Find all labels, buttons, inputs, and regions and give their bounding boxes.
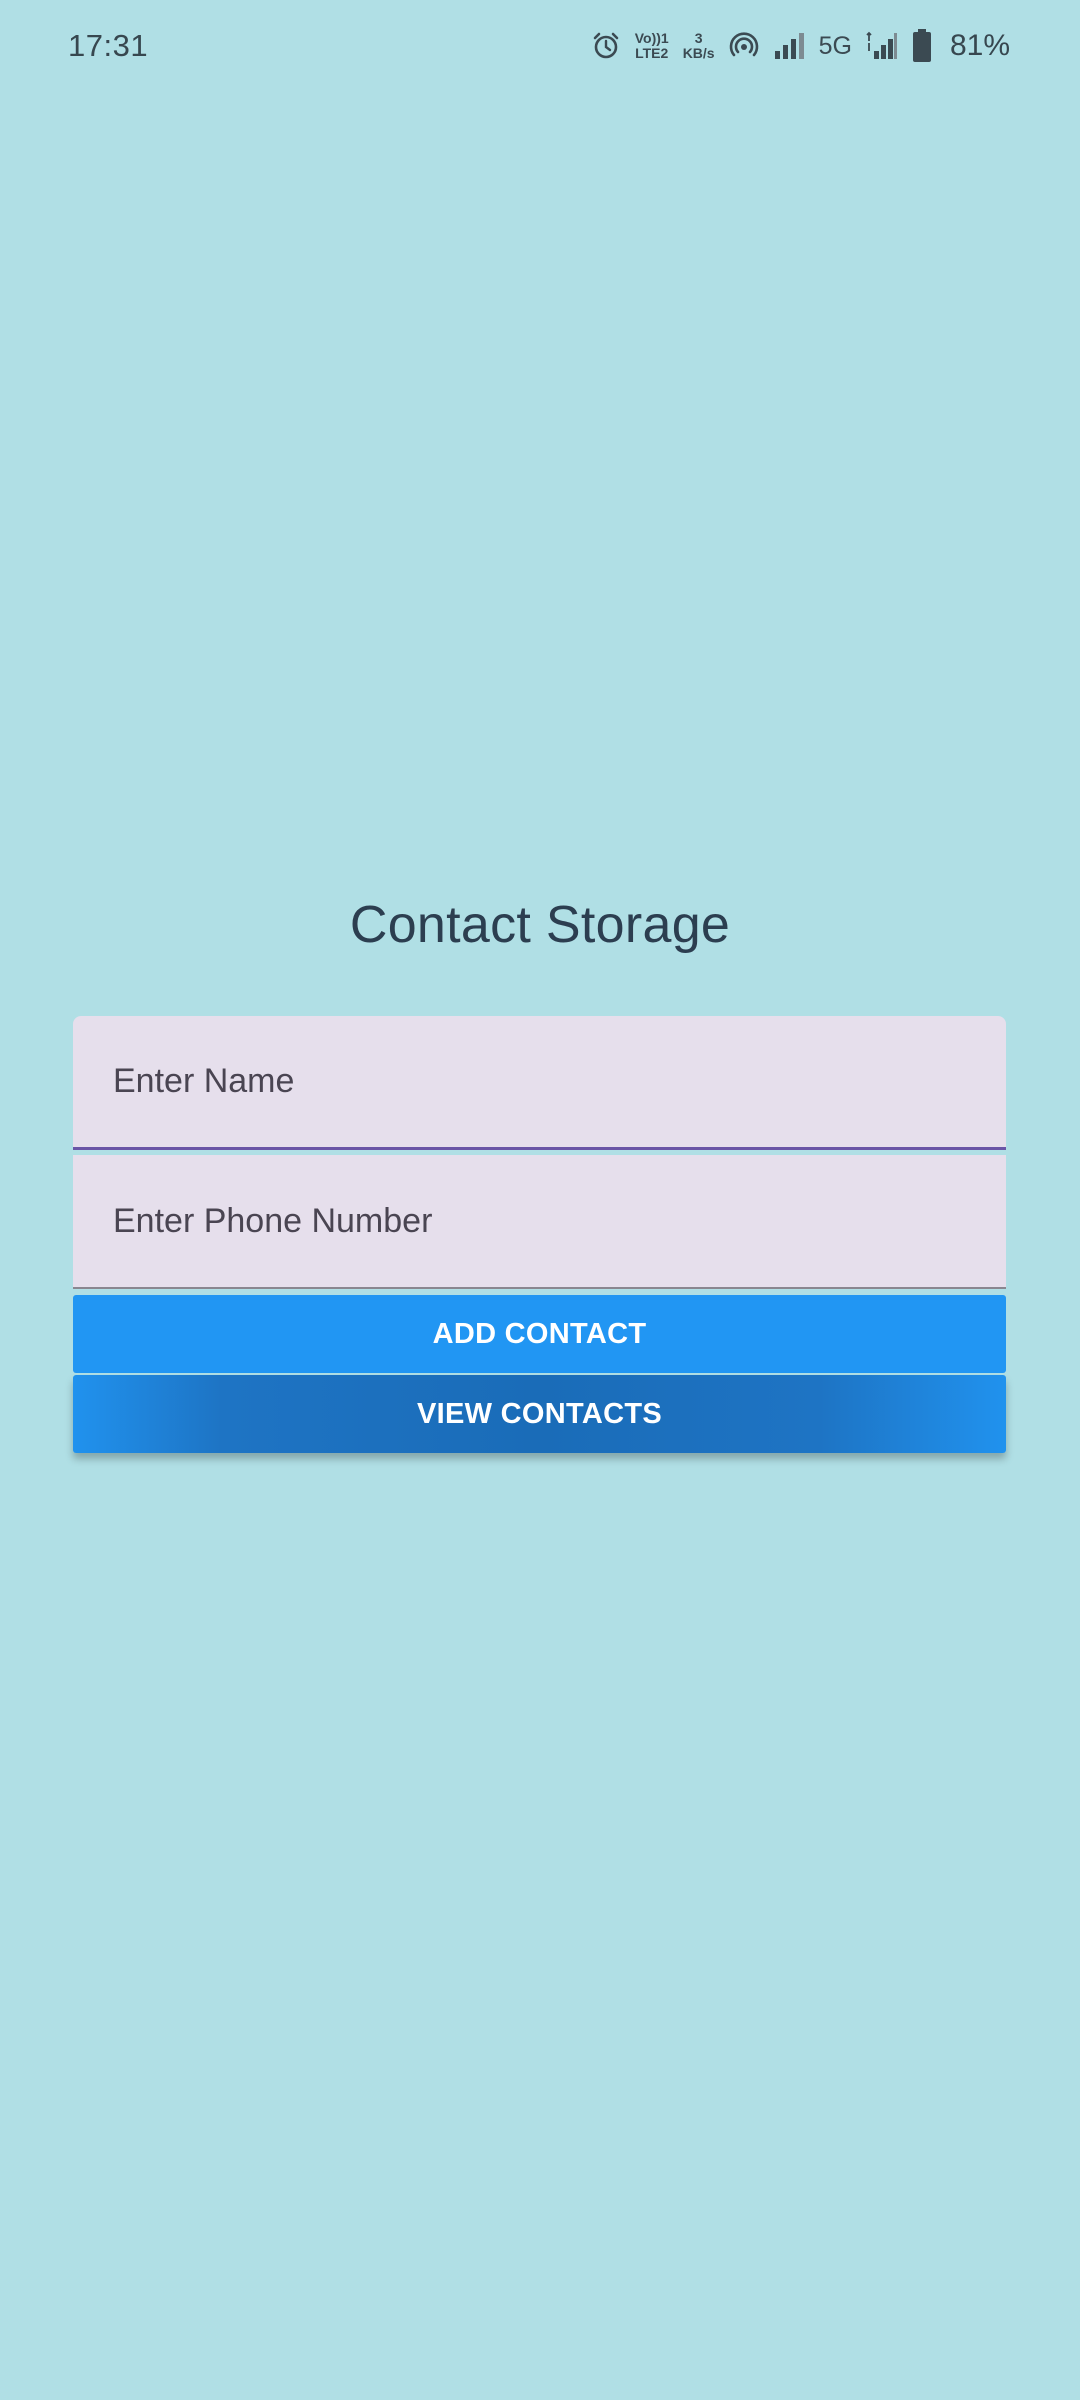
status-bar: 17:31 Vo))1 LTE2 3 KB/s 5G 81% — [0, 0, 1080, 92]
network-type: 5G — [818, 31, 852, 60]
status-icons: Vo))1 LTE2 3 KB/s 5G 81% — [591, 29, 1010, 63]
signal-icon — [773, 31, 805, 61]
name-input[interactable] — [73, 1016, 1006, 1147]
battery-icon — [912, 29, 932, 63]
volte-icon: Vo))1 LTE2 — [635, 31, 669, 61]
hotspot-icon — [729, 31, 759, 61]
network-speed: 3 KB/s — [683, 31, 715, 61]
phone-field-container — [73, 1155, 1006, 1289]
5g-signal-icon — [866, 31, 898, 61]
page-title: Contact Storage — [349, 896, 731, 954]
phone-input[interactable] — [73, 1155, 1006, 1287]
network-speed-value: 3 — [694, 30, 703, 46]
alarm-icon — [591, 31, 621, 61]
volte-line1: Vo))1 — [634, 30, 669, 46]
view-contacts-button[interactable]: VIEW CONTACTS — [73, 1375, 1006, 1453]
status-time: 17:31 — [68, 28, 149, 63]
add-contact-button[interactable]: ADD CONTACT — [73, 1295, 1006, 1373]
name-field-container — [73, 1016, 1006, 1150]
network-speed-unit: KB/s — [682, 45, 715, 61]
battery-percent: 81% — [949, 29, 1010, 62]
volte-line2: LTE2 — [635, 45, 669, 61]
